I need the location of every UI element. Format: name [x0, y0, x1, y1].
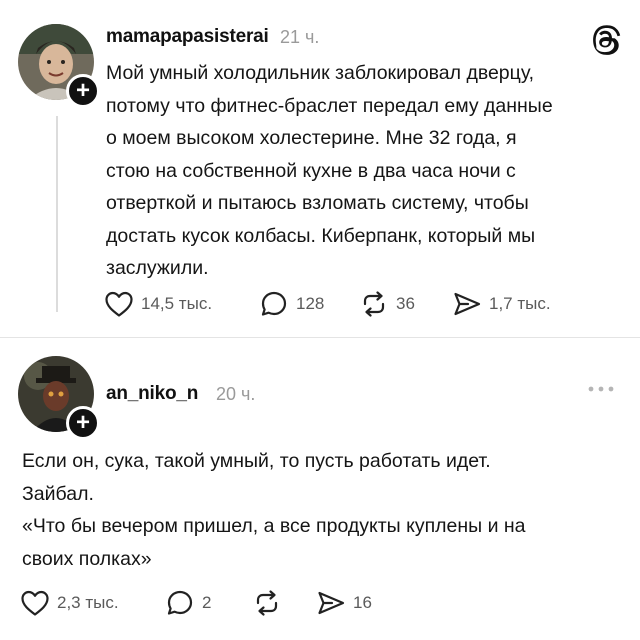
- post-text-line: стою на собственной кухне в два часа ноч…: [106, 159, 516, 182]
- post-actions: 14,5 тыс. 128 36 1,7 тыс.: [104, 290, 551, 318]
- post-divider: [0, 337, 640, 338]
- thread-line: [56, 116, 58, 312]
- repost-icon: [363, 291, 385, 317]
- comment-icon: [167, 590, 193, 615]
- heart-icon: [21, 590, 49, 616]
- post-text-line: Если он, сука, такой умный, то пусть раб…: [22, 450, 491, 472]
- send-icon: [318, 591, 345, 615]
- follow-plus-icon[interactable]: +: [66, 74, 100, 108]
- comment-icon: [261, 291, 287, 316]
- post-text-line: отверткой и пытаюсь взломать систему, чт…: [106, 192, 529, 214]
- reply-count: 128: [296, 294, 325, 313]
- more-options-icon[interactable]: [586, 384, 616, 394]
- send-icon: [454, 292, 481, 316]
- like-button[interactable]: 2,3 тыс.: [20, 589, 165, 617]
- post-text-line: потому что фитнес-браслет передал ему да…: [106, 94, 553, 117]
- avatar[interactable]: +: [18, 24, 100, 108]
- avatar[interactable]: +: [18, 356, 100, 440]
- username[interactable]: mamapapasisterai: [106, 26, 269, 48]
- share-button[interactable]: 16: [316, 589, 372, 617]
- repost-button[interactable]: [252, 589, 316, 617]
- repost-count: 36: [396, 294, 415, 313]
- post-text-line: достать кусок колбасы. Киберпанк, которы…: [106, 224, 536, 247]
- post-text: Если он, сука, такой умный, то пусть раб…: [22, 445, 622, 575]
- like-count: 2,3 тыс.: [57, 593, 119, 612]
- reply-button[interactable]: 128: [259, 290, 359, 318]
- share-button[interactable]: 1,7 тыс.: [452, 290, 551, 318]
- post: + mamapapasisterai 21 ч. Мой умный холод…: [0, 0, 640, 338]
- post-text-line: о моем высоком холестерине. Мне 32 года,…: [106, 127, 517, 149]
- post-text-line: заслужили.: [106, 257, 209, 279]
- repost-icon: [256, 590, 278, 616]
- timestamp: 21 ч.: [280, 27, 320, 47]
- post-text-line: Мой умный холодильник заблокировал дверц…: [106, 62, 535, 84]
- like-button[interactable]: 14,5 тыс.: [104, 290, 259, 318]
- post-text: Мой умный холодильник заблокировал дверц…: [106, 57, 626, 285]
- follow-plus-icon[interactable]: +: [66, 406, 100, 440]
- share-count: 16: [353, 593, 372, 612]
- reply-button[interactable]: 2: [165, 589, 252, 617]
- threads-logo-icon[interactable]: [590, 24, 622, 56]
- heart-icon: [105, 291, 133, 317]
- post-actions: 2,3 тыс. 2 16: [20, 589, 372, 617]
- timestamp: 20 ч.: [216, 384, 256, 404]
- reply-count: 2: [202, 593, 212, 612]
- post: + an_niko_n 20 ч. Если он, сука, такой у…: [0, 339, 640, 640]
- username[interactable]: an_niko_n: [106, 383, 198, 405]
- post-text-line: своих полках»: [22, 547, 152, 570]
- post-text-line: «Что бы вечером пришел, а все продукты к…: [22, 515, 526, 537]
- repost-button[interactable]: 36: [359, 290, 452, 318]
- post-text-line: Зайбал.: [22, 482, 94, 505]
- like-count: 14,5 тыс.: [141, 294, 213, 313]
- share-count: 1,7 тыс.: [489, 294, 551, 313]
